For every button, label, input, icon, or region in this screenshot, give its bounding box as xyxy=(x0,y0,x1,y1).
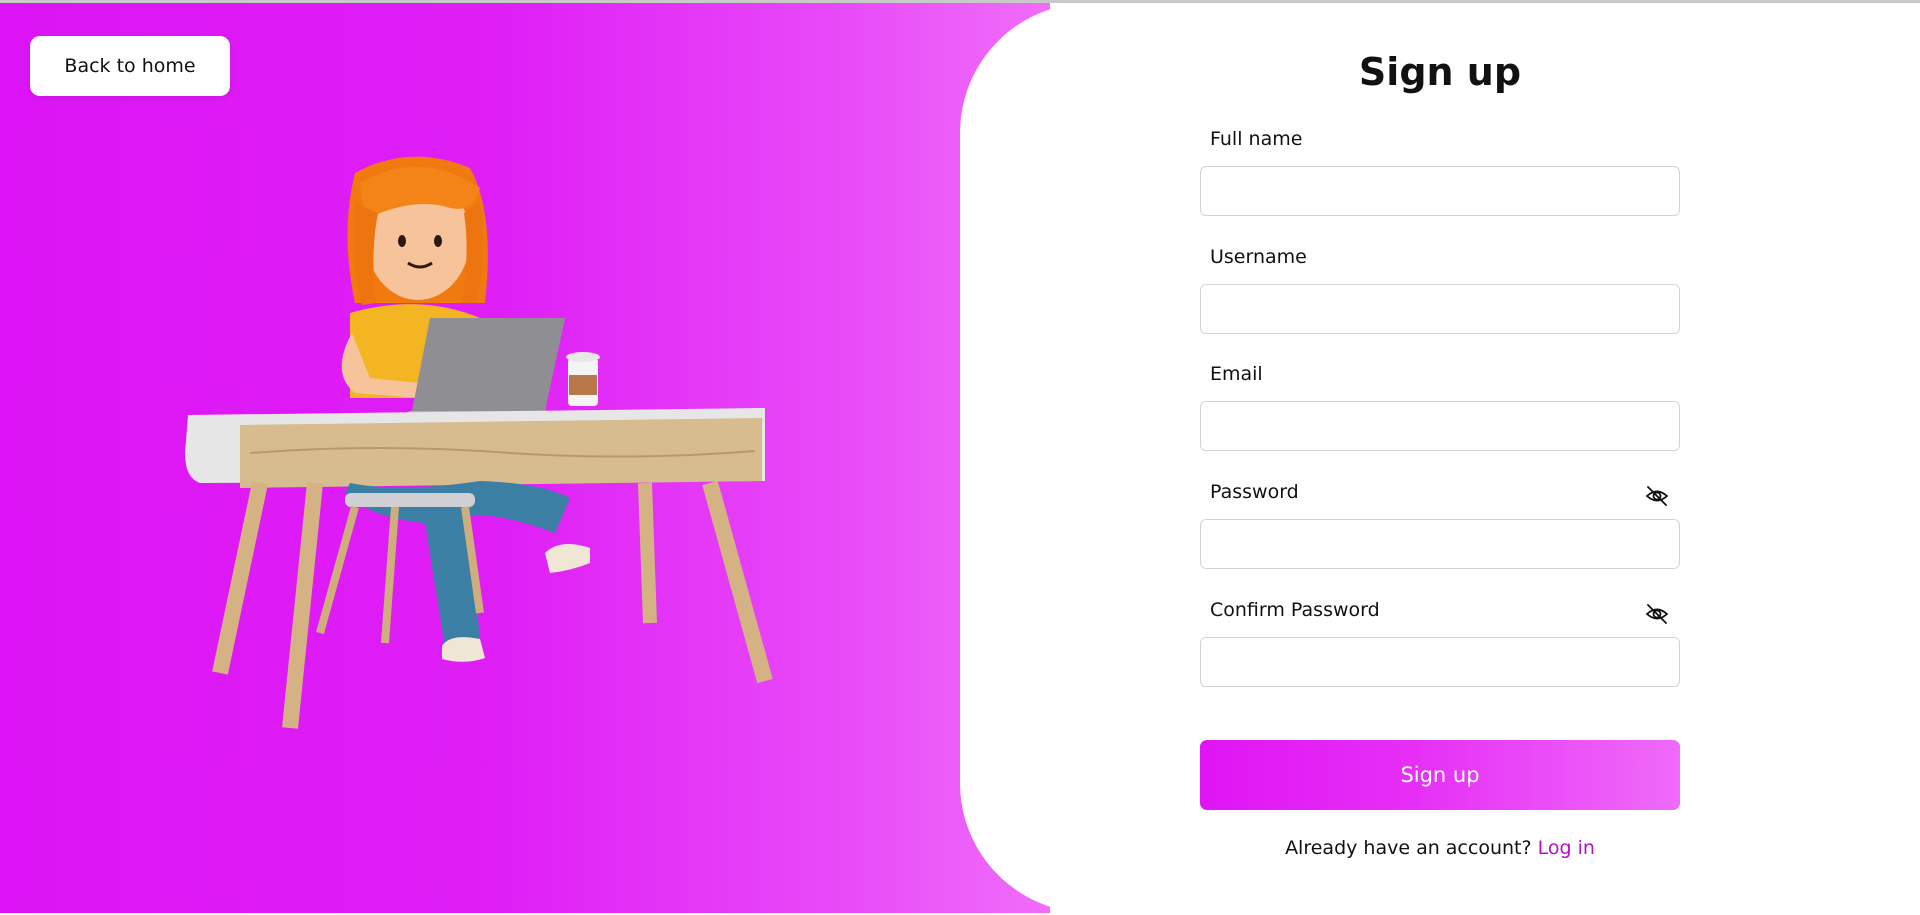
page-title: Sign up xyxy=(1358,50,1522,94)
email-label: Email xyxy=(1210,363,1263,385)
login-prompt-text: Already have an account? xyxy=(1285,837,1532,859)
password-input[interactable] xyxy=(1200,519,1680,569)
confirm-password-input[interactable] xyxy=(1200,637,1680,687)
full-name-input[interactable] xyxy=(1200,166,1680,216)
password-eye-off-icon[interactable] xyxy=(1644,483,1670,509)
confirm-password-label: Confirm Password xyxy=(1210,599,1380,621)
username-label: Username xyxy=(1210,246,1307,268)
login-prompt-row: Already have an account? Log in xyxy=(1200,837,1680,859)
password-label: Password xyxy=(1210,481,1299,503)
email-input[interactable] xyxy=(1200,401,1680,451)
full-name-label: Full name xyxy=(1210,128,1303,150)
woman-at-desk-illustration xyxy=(185,156,773,729)
username-input[interactable] xyxy=(1200,284,1680,334)
hero-panel: Back to home xyxy=(0,3,1050,913)
back-to-home-button[interactable]: Back to home xyxy=(30,36,230,96)
confirm-password-eye-off-icon[interactable] xyxy=(1644,601,1670,627)
log-in-link[interactable]: Log in xyxy=(1538,837,1595,859)
sign-up-button[interactable]: Sign up xyxy=(1200,740,1680,810)
